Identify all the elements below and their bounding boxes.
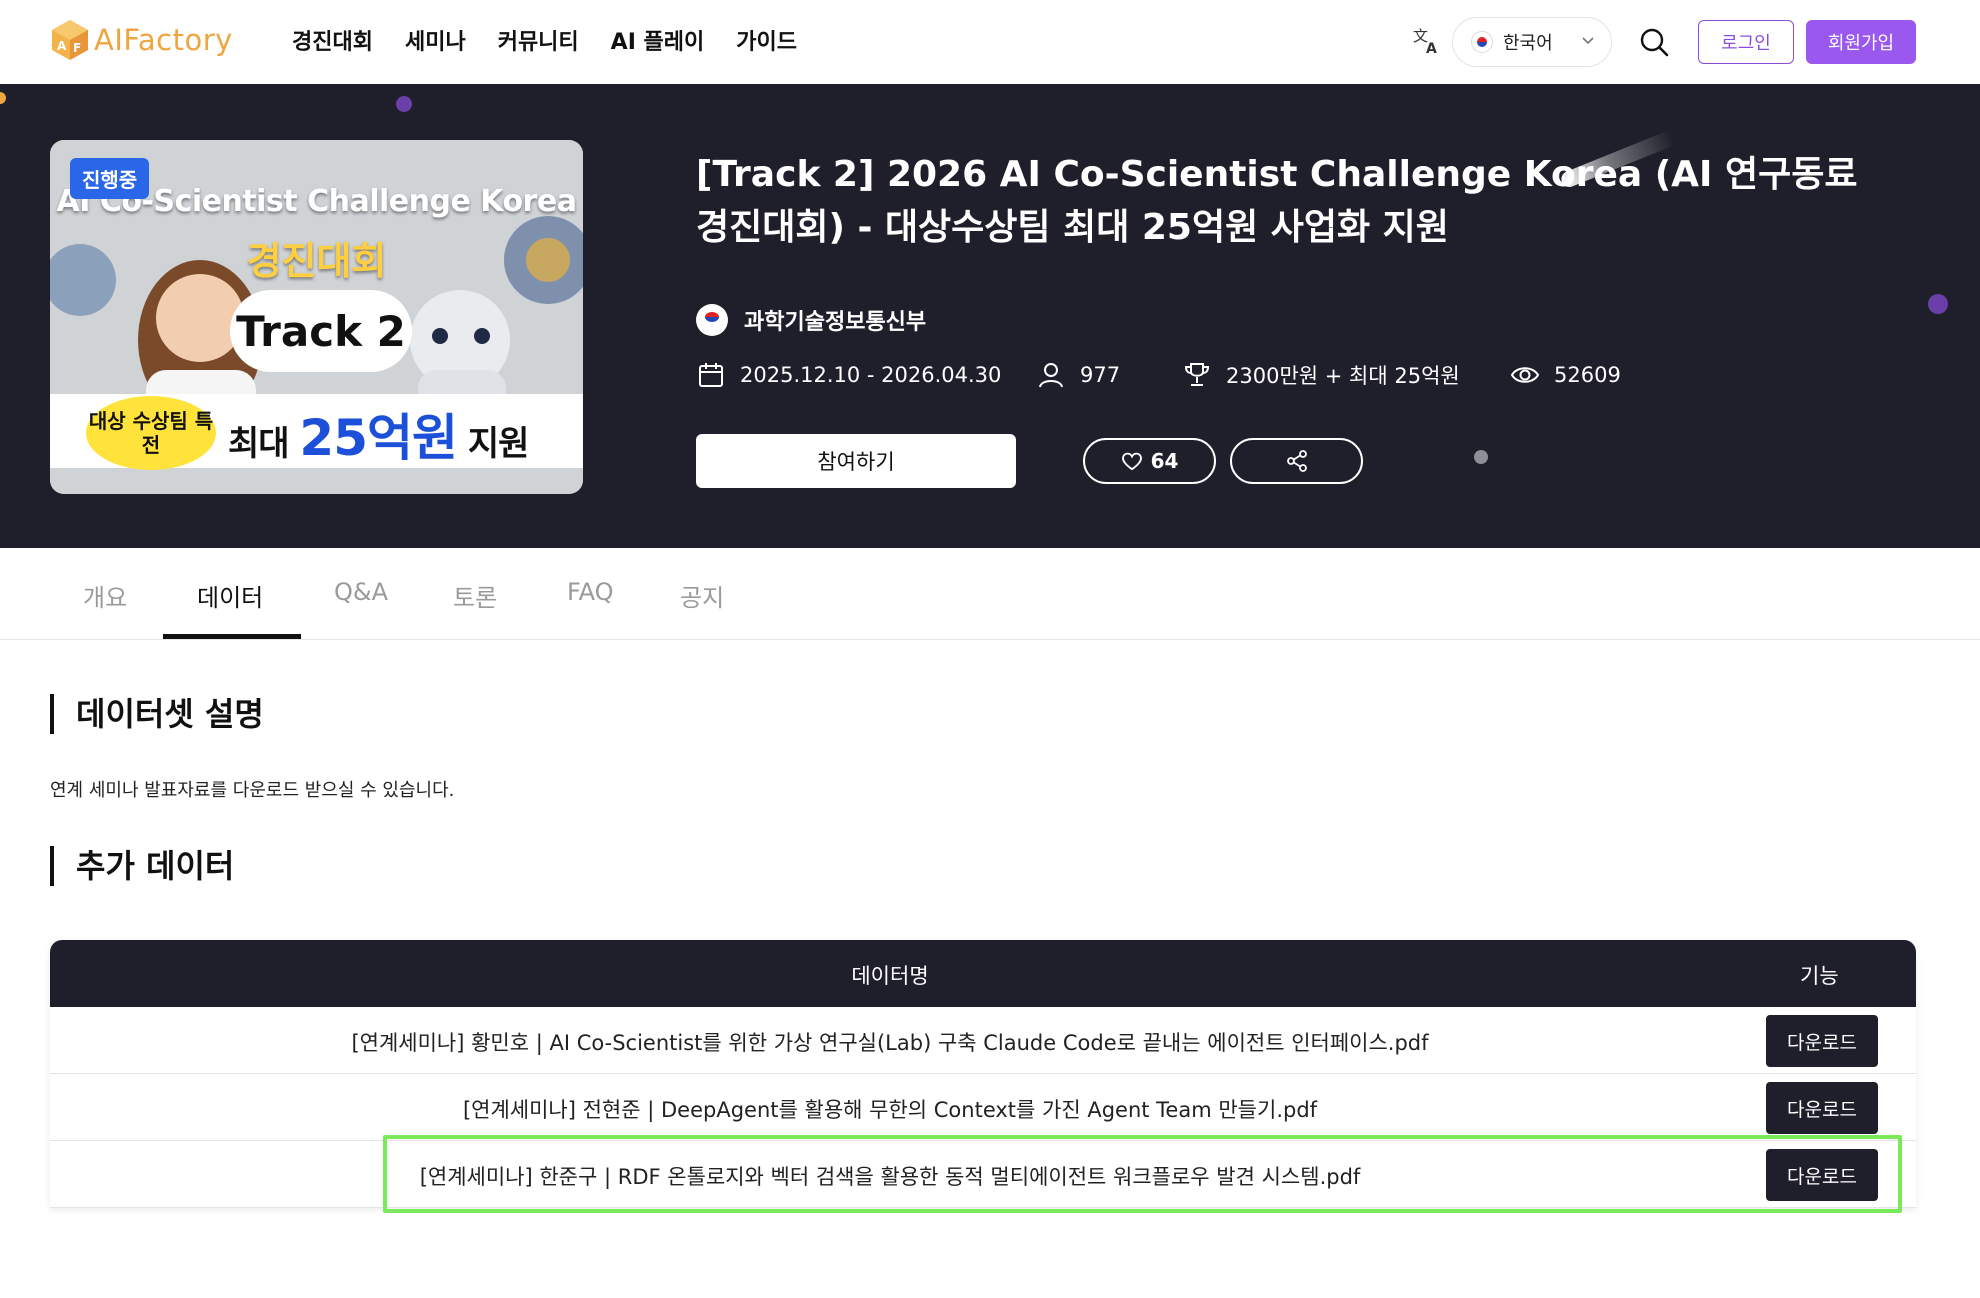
organizer-logo-icon	[696, 304, 728, 336]
svg-text:A: A	[1426, 41, 1437, 56]
view-count: 52609	[1554, 363, 1621, 387]
heart-icon	[1121, 452, 1142, 471]
thumbnail-award-badge: 대상 수상팀 특전	[86, 396, 216, 470]
download-button[interactable]: 다운로드	[1766, 1149, 1878, 1201]
organizer-name: 과학기술정보통신부	[744, 310, 927, 335]
competition-hero: AI Co-Scientist Challenge Korea 경진대회 Tra…	[0, 84, 1980, 548]
prize-prefix: 최대	[228, 424, 300, 464]
translate-icon[interactable]: 文 A	[1412, 26, 1442, 56]
thumbnail-prize-text: 최대 25억원 지원	[228, 398, 530, 470]
data-file-name: [연계세미나] 한준구 | RDF 온톨로지와 벡터 검색을 활용한 동적 멀티…	[419, 1165, 1361, 1189]
search-icon[interactable]	[1638, 26, 1670, 58]
status-badge: 진행중	[70, 158, 150, 199]
dataset-description-text: 연계 세미나 발표자료를 다운로드 받으실 수 있습니다.	[50, 780, 455, 801]
period-meta: 2025.12.10 - 2026.04.30	[696, 360, 1001, 390]
login-button[interactable]: 로그인	[1698, 20, 1794, 64]
person-icon	[1039, 363, 1063, 388]
chevron-down-icon	[1582, 37, 1594, 45]
like-button[interactable]: 64	[1083, 438, 1216, 484]
prize-suffix: 지원	[457, 424, 530, 464]
organizer[interactable]: 과학기술정보통신부	[696, 304, 926, 336]
competition-thumbnail: AI Co-Scientist Challenge Korea 경진대회 Tra…	[50, 140, 583, 494]
column-header-function: 기능	[1800, 964, 1839, 988]
prize-amount-total: 2300만원 + 최대 25억원	[1226, 364, 1460, 388]
table-row: [연계세미나] 한준구 | RDF 온톨로지와 벡터 검색을 활용한 동적 멀티…	[50, 1141, 1916, 1208]
decor-dot	[1928, 294, 1948, 314]
tab-faq[interactable]: FAQ	[567, 578, 614, 606]
logo-text: AIFactory	[94, 23, 233, 57]
active-tab-indicator	[163, 634, 301, 639]
aifactory-logo[interactable]: A F AIFactory	[50, 18, 233, 62]
nav-item-seminars[interactable]: 세미나	[405, 24, 466, 56]
table-row: [연계세미나] 황민호 | AI Co-Scientist를 위한 가상 연구실…	[50, 1007, 1916, 1074]
main-nav: 경진대회 세미나 커뮤니티 AI 플레이 가이드	[292, 24, 829, 56]
competition-title: [Track 2] 2026 AI Co-Scientist Challenge…	[696, 154, 1858, 248]
share-icon	[1286, 450, 1307, 472]
eye-icon	[1510, 367, 1540, 383]
column-header-data-name: 데이터명	[851, 964, 929, 988]
views-meta: 52609	[1510, 360, 1621, 390]
prize-meta: 2300만원 + 최대 25억원	[1182, 360, 1460, 390]
competition-period: 2025.12.10 - 2026.04.30	[740, 363, 1002, 387]
decor-dot	[0, 92, 6, 104]
language-select[interactable]: 한국어	[1452, 17, 1612, 67]
calendar-icon	[699, 363, 723, 387]
additional-data-heading: 추가 데이터	[50, 846, 234, 886]
cube-logo-icon: A F	[52, 20, 88, 60]
download-button[interactable]: 다운로드	[1766, 1015, 1878, 1067]
svg-text:F: F	[73, 41, 81, 55]
tab-qna[interactable]: Q&A	[334, 578, 388, 606]
participant-count: 977	[1080, 363, 1121, 387]
dataset-description-heading: 데이터셋 설명	[50, 694, 264, 734]
tab-overview[interactable]: 개요	[83, 578, 127, 613]
top-navigation-bar: A F AIFactory 경진대회 세미나 커뮤니티 AI 플레이 가이드 文…	[0, 0, 1980, 84]
table-row: [연계세미나] 전현준 | DeepAgent를 활용해 무한의 Context…	[50, 1074, 1916, 1141]
join-button[interactable]: 참여하기	[696, 434, 1016, 488]
additional-data-table: 데이터명 기능 [연계세미나] 황민호 | AI Co-Scientist를 위…	[50, 940, 1916, 1208]
svg-text:A: A	[57, 39, 67, 53]
decor-dot	[396, 96, 412, 112]
tab-notice[interactable]: 공지	[680, 578, 724, 613]
thumbnail-subtitle: 경진대회	[246, 239, 387, 283]
signup-button[interactable]: 회원가입	[1806, 20, 1916, 64]
tab-discussion[interactable]: 토론	[453, 578, 497, 613]
language-label: 한국어	[1503, 33, 1553, 54]
decor-dot	[1474, 450, 1488, 464]
tab-data[interactable]: 데이터	[197, 578, 263, 613]
trophy-icon	[1184, 363, 1210, 386]
nav-item-competitions[interactable]: 경진대회	[292, 24, 373, 56]
share-button[interactable]	[1230, 438, 1363, 484]
data-file-name: [연계세미나] 전현준 | DeepAgent를 활용해 무한의 Context…	[462, 1098, 1318, 1122]
nav-item-ai-play[interactable]: AI 플레이	[611, 24, 705, 56]
prize-amount: 25억원	[299, 409, 458, 467]
thumbnail-track-pill: Track 2	[230, 290, 412, 372]
nav-item-community[interactable]: 커뮤니티	[498, 24, 579, 56]
participants-meta: 977	[1036, 360, 1120, 390]
data-file-name: [연계세미나] 황민호 | AI Co-Scientist를 위한 가상 연구실…	[351, 1031, 1429, 1055]
competition-tabs: 개요 데이터 Q&A 토론 FAQ 공지	[0, 548, 1980, 640]
download-button[interactable]: 다운로드	[1766, 1082, 1878, 1134]
table-header: 데이터명 기능	[50, 940, 1916, 1007]
nav-item-guide[interactable]: 가이드	[736, 24, 797, 56]
like-count: 64	[1150, 449, 1179, 473]
korea-flag-icon	[1471, 31, 1493, 53]
